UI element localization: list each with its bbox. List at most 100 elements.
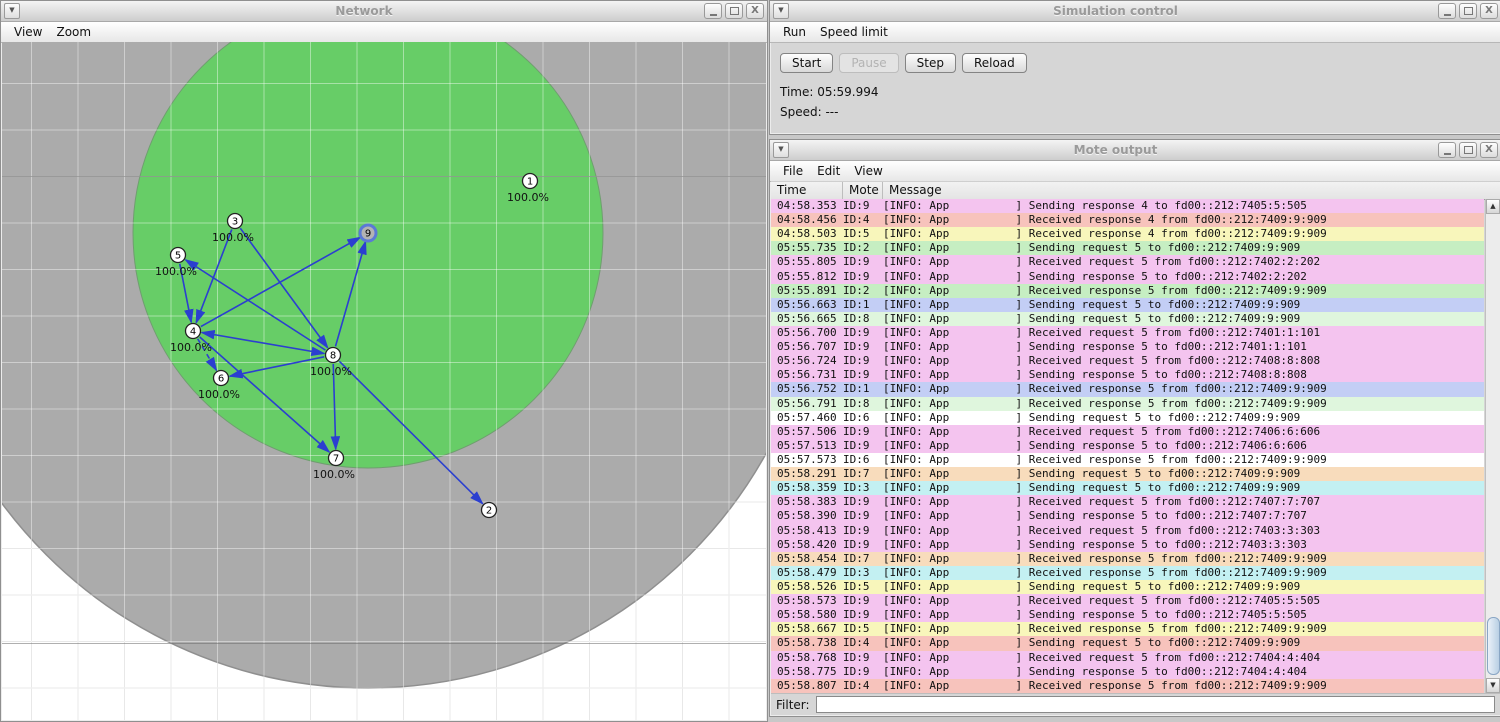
- mote-output-menu-item[interactable]: File: [776, 164, 810, 178]
- log-row[interactable]: 05:56.724ID:9[INFO: App ] Received reque…: [771, 354, 1484, 368]
- mote-output-menu-item[interactable]: View: [847, 164, 889, 178]
- log-row[interactable]: 04:58.353ID:9[INFO: App ] Sending respon…: [771, 199, 1484, 213]
- log-row[interactable]: 04:58.456ID:4[INFO: App ] Received respo…: [771, 213, 1484, 227]
- log-mote: ID:9: [843, 665, 883, 679]
- log-row[interactable]: 05:58.479ID:3[INFO: App ] Received respo…: [771, 566, 1484, 580]
- log-row[interactable]: 05:58.807ID:4[INFO: App ] Received respo…: [771, 679, 1484, 693]
- minimize-button[interactable]: [1438, 142, 1456, 158]
- log-row[interactable]: 05:56.665ID:8[INFO: App ] Sending reques…: [771, 312, 1484, 326]
- mote-node-3[interactable]: 3100.0%: [212, 214, 254, 245]
- scrollbar-thumb[interactable]: [1487, 617, 1500, 675]
- log-row[interactable]: 05:58.526ID:5[INFO: App ] Sending reques…: [771, 580, 1484, 594]
- log-row[interactable]: 05:58.454ID:7[INFO: App ] Received respo…: [771, 552, 1484, 566]
- close-button[interactable]: X: [1480, 3, 1498, 19]
- maximize-button[interactable]: [1459, 3, 1477, 19]
- network-menu-item[interactable]: Zoom: [49, 25, 98, 39]
- log-row[interactable]: 05:56.752ID:1[INFO: App ] Received respo…: [771, 382, 1484, 396]
- filter-label: Filter:: [776, 698, 810, 712]
- column-header-message[interactable]: Message: [883, 182, 1500, 199]
- log-row[interactable]: 05:55.891ID:2[INFO: App ] Received respo…: [771, 284, 1484, 298]
- log-row[interactable]: 05:57.460ID:6[INFO: App ] Sending reques…: [771, 411, 1484, 425]
- window-menu-icon[interactable]: ▼: [773, 3, 789, 19]
- mote-node-9[interactable]: 9: [360, 225, 376, 241]
- log-row[interactable]: 05:58.413ID:9[INFO: App ] Received reque…: [771, 524, 1484, 538]
- log-row[interactable]: 05:58.768ID:9[INFO: App ] Received reque…: [771, 651, 1484, 665]
- start-button[interactable]: Start: [780, 53, 833, 73]
- log-row[interactable]: 05:58.667ID:5[INFO: App ] Received respo…: [771, 622, 1484, 636]
- log-row[interactable]: 05:57.513ID:9[INFO: App ] Sending respon…: [771, 439, 1484, 453]
- log-row[interactable]: 05:58.420ID:9[INFO: App ] Sending respon…: [771, 538, 1484, 552]
- log-row[interactable]: 05:58.359ID:3[INFO: App ] Sending reques…: [771, 481, 1484, 495]
- log-row[interactable]: 05:58.738ID:4[INFO: App ] Sending reques…: [771, 636, 1484, 650]
- log-row[interactable]: 05:56.707ID:9[INFO: App ] Sending respon…: [771, 340, 1484, 354]
- log-row[interactable]: 05:58.573ID:9[INFO: App ] Received reque…: [771, 594, 1484, 608]
- log-time: 05:56.791: [771, 397, 843, 411]
- log-row[interactable]: 05:56.731ID:9[INFO: App ] Sending respon…: [771, 368, 1484, 382]
- radio-link-8-9: [335, 242, 365, 347]
- log-mote: ID:9: [843, 439, 883, 453]
- log-time: 05:58.454: [771, 552, 843, 566]
- close-button[interactable]: X: [1480, 142, 1498, 158]
- simulation-titlebar[interactable]: ▼ Simulation control X: [770, 1, 1500, 22]
- mote-output-window-title: Mote output: [793, 143, 1438, 157]
- mote-node-7[interactable]: 7100.0%: [313, 451, 355, 482]
- log-time: 05:57.573: [771, 453, 843, 467]
- log-row[interactable]: 05:55.812ID:9[INFO: App ] Sending respon…: [771, 270, 1484, 284]
- vertical-scrollbar[interactable]: ▲ ▼: [1485, 199, 1500, 693]
- column-header-time[interactable]: Time: [771, 182, 843, 199]
- log-row[interactable]: 05:56.791ID:8[INFO: App ] Received respo…: [771, 397, 1484, 411]
- network-titlebar[interactable]: ▼ Network X: [1, 1, 767, 22]
- column-header-mote[interactable]: Mote: [843, 182, 883, 199]
- log-message: [INFO: App ] Received response 5 from fd…: [883, 552, 1484, 566]
- log-mote: ID:9: [843, 509, 883, 523]
- log-message: [INFO: App ] Received request 5 from fd0…: [883, 255, 1484, 269]
- log-row[interactable]: 05:58.291ID:7[INFO: App ] Sending reques…: [771, 467, 1484, 481]
- simulation-menu-item[interactable]: Run: [776, 25, 813, 39]
- mote-node-1[interactable]: 1100.0%: [507, 174, 549, 205]
- log-row[interactable]: 05:58.775ID:9[INFO: App ] Sending respon…: [771, 665, 1484, 679]
- mote-output-titlebar[interactable]: ▼ Mote output X: [770, 140, 1500, 161]
- log-time: 05:56.663: [771, 298, 843, 312]
- log-time: 05:56.700: [771, 326, 843, 340]
- log-row[interactable]: 05:57.506ID:9[INFO: App ] Received reque…: [771, 425, 1484, 439]
- window-menu-icon[interactable]: ▼: [773, 142, 789, 158]
- mote-id-label: 4: [190, 327, 196, 338]
- simulation-menu-item[interactable]: Speed limit: [813, 25, 895, 39]
- log-row[interactable]: 05:58.383ID:9[INFO: App ] Received reque…: [771, 495, 1484, 509]
- scroll-up-icon[interactable]: ▲: [1486, 199, 1500, 214]
- log-row[interactable]: 05:56.700ID:9[INFO: App ] Received reque…: [771, 326, 1484, 340]
- log-row[interactable]: 05:58.390ID:9[INFO: App ] Sending respon…: [771, 509, 1484, 523]
- step-button[interactable]: Step: [905, 53, 956, 73]
- log-row[interactable]: 05:56.663ID:1[INFO: App ] Sending reques…: [771, 298, 1484, 312]
- scroll-down-icon[interactable]: ▼: [1486, 678, 1500, 693]
- close-button[interactable]: X: [746, 3, 764, 19]
- log-row[interactable]: 05:58.580ID:9[INFO: App ] Sending respon…: [771, 608, 1484, 622]
- mote-ratio-label: 100.0%: [313, 468, 355, 481]
- desktop: { "network": { "title": "Network", "menu…: [0, 0, 1500, 720]
- window-menu-icon[interactable]: ▼: [4, 3, 20, 19]
- network-menu-item[interactable]: View: [7, 25, 49, 39]
- minimize-button[interactable]: [704, 3, 722, 19]
- network-canvas[interactable]: 1100.0%23100.0%4100.0%5100.0%6100.0%7100…: [2, 42, 766, 720]
- log-time: 05:58.359: [771, 481, 843, 495]
- log-row[interactable]: 05:57.573ID:6[INFO: App ] Received respo…: [771, 453, 1484, 467]
- maximize-button[interactable]: [725, 3, 743, 19]
- log-mote: ID:5: [843, 227, 883, 241]
- mote-graph-layer: 1100.0%23100.0%4100.0%5100.0%6100.0%7100…: [2, 42, 766, 720]
- log-message: [INFO: App ] Sending response 5 to fd00:…: [883, 270, 1484, 284]
- log-mote: ID:1: [843, 298, 883, 312]
- log-row[interactable]: 05:55.805ID:9[INFO: App ] Received reque…: [771, 255, 1484, 269]
- log-row[interactable]: 04:58.503ID:5[INFO: App ] Received respo…: [771, 227, 1484, 241]
- minimize-button[interactable]: [1438, 3, 1456, 19]
- log-row[interactable]: 05:55.735ID:2[INFO: App ] Sending reques…: [771, 241, 1484, 255]
- reload-button[interactable]: Reload: [962, 53, 1027, 73]
- log-time: 05:58.390: [771, 509, 843, 523]
- log-message: [INFO: App ] Sending request 5 to fd00::…: [883, 312, 1484, 326]
- log-time: 05:57.506: [771, 425, 843, 439]
- mote-node-2[interactable]: 2: [482, 503, 497, 518]
- mote-node-4[interactable]: 4100.0%: [170, 324, 212, 355]
- log-mote: ID:9: [843, 199, 883, 213]
- mote-output-menu-item[interactable]: Edit: [810, 164, 847, 178]
- filter-input[interactable]: [816, 696, 1495, 713]
- maximize-button[interactable]: [1459, 142, 1477, 158]
